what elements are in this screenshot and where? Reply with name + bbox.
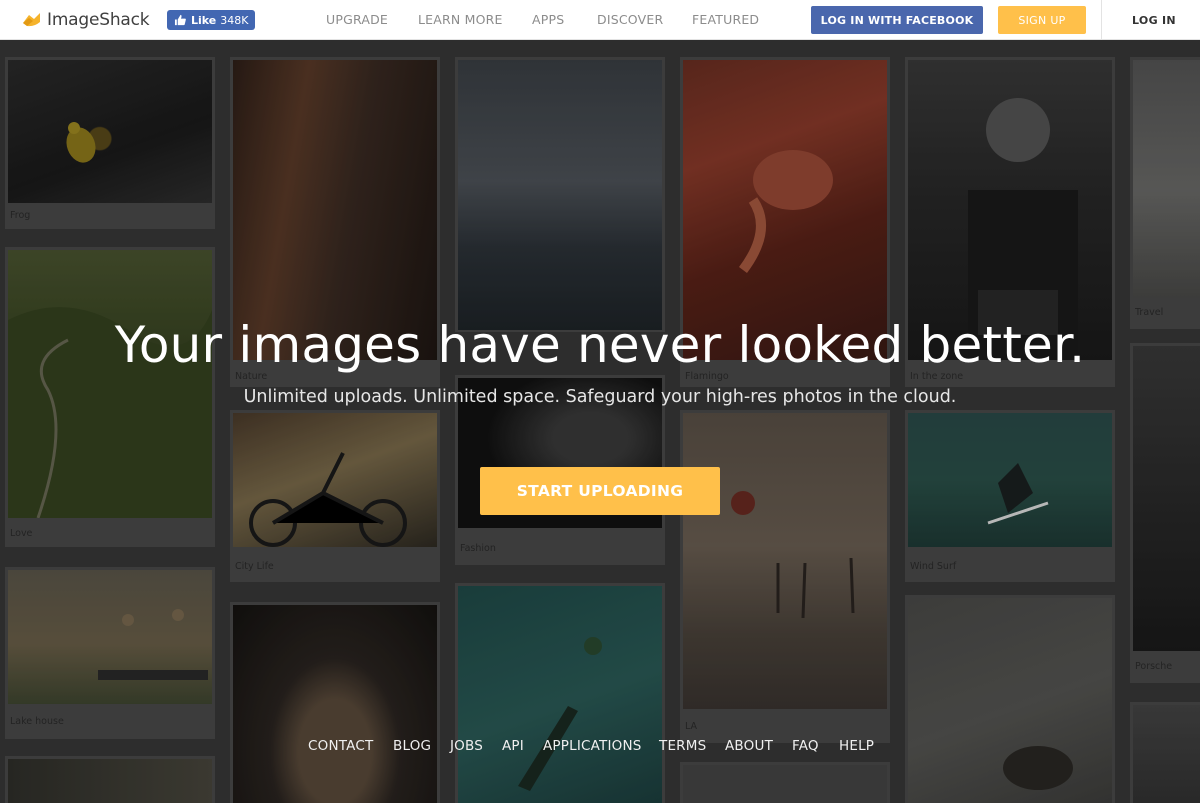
nav-discover[interactable]: DISCOVER: [597, 12, 663, 27]
turtle-icon: [1003, 746, 1073, 790]
facebook-like-count: 348K: [220, 13, 249, 27]
imageshack-logo[interactable]: ImageShack: [22, 9, 150, 31]
facebook-like-button[interactable]: Like 348K: [167, 10, 255, 30]
footer-link-about[interactable]: ABOUT: [725, 738, 773, 754]
gallery-photo: [458, 60, 662, 330]
nav-learn-more[interactable]: LEARN MORE: [418, 12, 503, 27]
gallery-card-city-life[interactable]: City Life: [230, 410, 440, 582]
gallery-photo: [233, 413, 437, 547]
gallery-caption: Frog: [10, 210, 31, 221]
gallery-card-frog[interactable]: Frog: [5, 57, 215, 229]
photo-gallery-background: Frog Love Lake house Nature City Life Fa…: [0, 40, 1200, 803]
gallery-photo: [908, 598, 1112, 803]
gallery-photo: [683, 60, 887, 360]
frog-icon: [66, 122, 96, 163]
nav-featured[interactable]: FEATURED: [692, 12, 759, 27]
gallery-caption: City Life: [235, 561, 274, 572]
login-with-facebook-button[interactable]: LOG IN WITH FACEBOOK: [811, 6, 983, 34]
gallery-photo: [683, 765, 887, 803]
gallery-card-turtle[interactable]: [905, 595, 1115, 803]
footer-link-blog[interactable]: BLOG: [393, 738, 431, 754]
imageshack-logo-icon: [23, 13, 40, 27]
gallery-photo: [458, 586, 662, 803]
gallery-card-sea[interactable]: [455, 57, 665, 332]
gallery-caption: Porsche: [1135, 661, 1173, 672]
footer-link-applications[interactable]: APPLICATIONS: [543, 738, 642, 754]
logo-text: ImageShack: [47, 10, 150, 30]
palm-trees-icon: [731, 491, 855, 619]
gallery-card-wolf[interactable]: [230, 602, 440, 803]
hills-icon: [8, 307, 212, 518]
flamingo-icon: [738, 150, 833, 273]
gallery-photo: [908, 413, 1112, 547]
hero-subtitle: Unlimited uploads. Unlimited space. Safe…: [243, 387, 957, 407]
footer-link-terms[interactable]: TERMS: [659, 738, 706, 754]
gallery-caption: Wind Surf: [910, 561, 957, 572]
footer-link-jobs[interactable]: JOBS: [450, 738, 483, 754]
gallery-photo: [908, 60, 1112, 360]
gallery-card[interactable]: [680, 762, 890, 803]
gallery-photo: [8, 60, 212, 203]
photographer-icon: [968, 98, 1078, 360]
gallery-caption: Fashion: [460, 543, 496, 554]
footer-link-contact[interactable]: CONTACT: [308, 738, 373, 754]
gallery-photo: [8, 570, 212, 704]
gallery-photo: [683, 413, 887, 709]
gallery-card-la[interactable]: LA: [680, 410, 890, 743]
start-uploading-button[interactable]: START UPLOADING: [480, 467, 720, 515]
gallery-photo: [233, 605, 437, 803]
nav-apps[interactable]: APPS: [532, 12, 564, 27]
header-divider: [1101, 0, 1102, 40]
footer-links: CONTACT BLOG JOBS API APPLICATIONS TERMS…: [0, 738, 1200, 756]
hero-title: Your images have never looked better.: [114, 316, 1086, 374]
gallery-photo: [1133, 60, 1200, 298]
sign-up-button[interactable]: SIGN UP: [998, 6, 1086, 34]
boat-icon: [518, 637, 602, 791]
gallery-card-travel[interactable]: Travel: [1130, 57, 1200, 329]
cyclist-icon: [249, 452, 407, 547]
facebook-like-label: Like: [191, 13, 217, 27]
footer-link-api[interactable]: API: [502, 738, 524, 754]
thumbs-up-icon: [174, 14, 186, 26]
gallery-card-wind-surf[interactable]: Wind Surf: [905, 410, 1115, 582]
gallery-caption: Lake house: [10, 716, 64, 727]
kite-surfer-icon: [987, 463, 1049, 525]
gallery-card-boat[interactable]: [455, 583, 665, 803]
gallery-photo: [233, 60, 437, 360]
footer-link-help[interactable]: HELP: [839, 738, 874, 754]
login-link[interactable]: LOG IN: [1132, 14, 1176, 27]
footer-link-faq[interactable]: FAQ: [792, 738, 819, 754]
top-navigation-bar: ImageShack Like 348K UPGRADE LEARN MORE …: [0, 0, 1200, 40]
people-icon: [98, 609, 208, 680]
gallery-photo: [8, 759, 212, 803]
gallery-caption: LA: [685, 721, 698, 732]
nav-upgrade[interactable]: UPGRADE: [326, 12, 388, 27]
gallery-card[interactable]: [5, 756, 215, 803]
gallery-card-lake-house[interactable]: Lake house: [5, 567, 215, 739]
gallery-photo: [8, 250, 212, 518]
gallery-caption: Love: [10, 528, 33, 539]
